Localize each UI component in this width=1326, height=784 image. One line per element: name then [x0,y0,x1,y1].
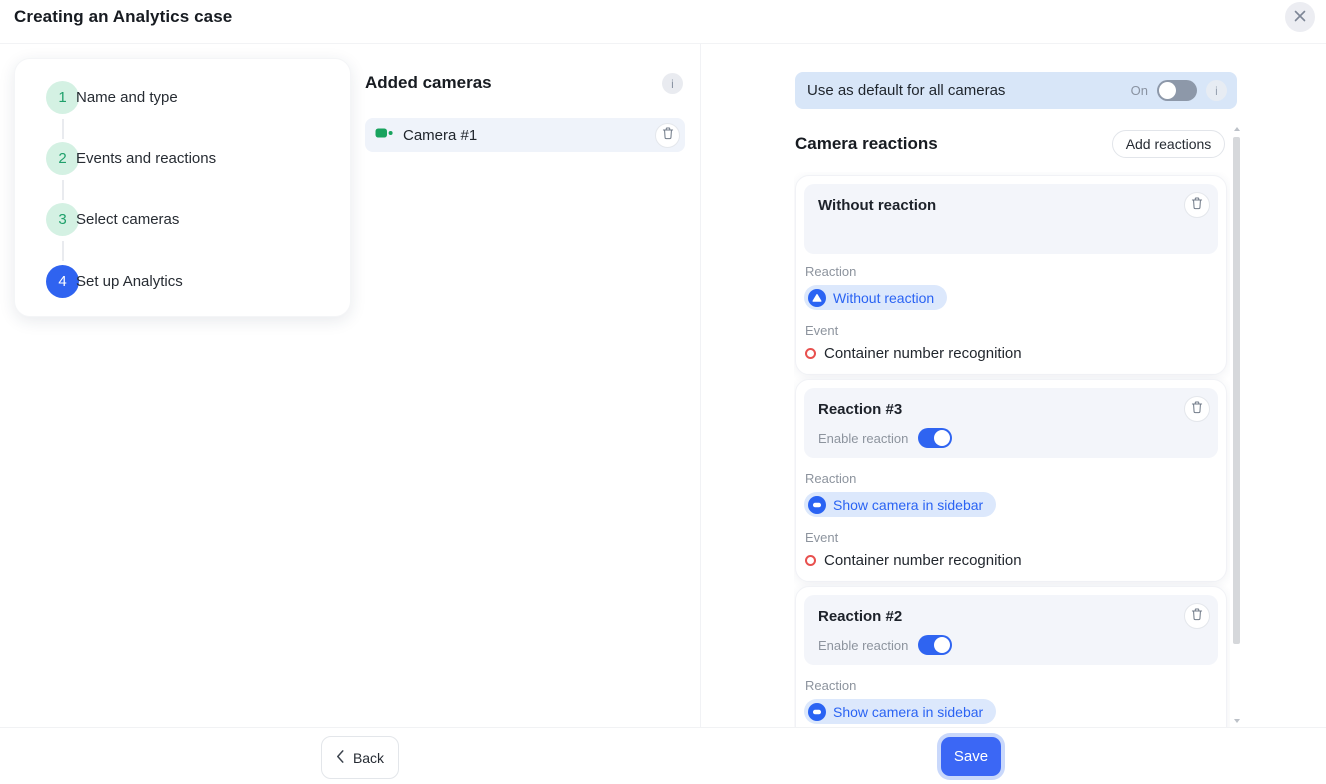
step-4-label[interactable]: Set up Analytics [76,273,183,290]
reaction-card-without-reaction: Without reaction Reaction Without reacti… [795,175,1227,375]
reaction-card-2: Reaction #2 Enable reaction Reaction Sho… [795,586,1227,727]
reaction-card-header: Reaction #2 Enable reaction [804,595,1218,665]
step-3-label[interactable]: Select cameras [76,211,179,228]
toggle-knob [1159,82,1176,99]
reaction-chip[interactable]: Without reaction [804,285,947,310]
chevron-left-icon [336,750,344,766]
step-2-label[interactable]: Events and reactions [76,150,216,167]
toggle-knob [934,430,950,446]
event-status-icon [805,555,816,566]
reaction-card-title: Without reaction [818,197,1204,214]
step-2-number: 2 [58,150,66,167]
page-title: Creating an Analytics case [14,7,232,27]
reaction-card-title: Reaction #2 [818,608,1204,625]
reactions-scroll-area: Without reaction Reaction Without reacti… [794,172,1230,727]
banner-label: Use as default for all cameras [807,82,1005,99]
save-button-focus-ring: Save [937,733,1005,780]
trash-icon [1191,197,1203,213]
reaction-chip-label: Show camera in sidebar [833,497,983,513]
add-reactions-button[interactable]: Add reactions [1112,130,1225,158]
reaction-label: Reaction [805,678,1218,693]
step-3-circle[interactable]: 3 [46,203,79,236]
delete-camera-button[interactable] [655,123,680,148]
close-button[interactable] [1285,2,1315,32]
event-name: Container number recognition [824,552,1022,569]
enable-reaction-label: Enable reaction [818,638,908,653]
dialog-footer: Back Save [0,727,1326,784]
delete-reaction-button[interactable] [1184,603,1210,629]
info-icon[interactable]: i [662,73,683,94]
steps-panel: 1 Name and type 2 Events and reactions 3… [14,58,351,317]
trash-icon [1191,401,1203,417]
camera-reactions-title: Camera reactions [795,134,938,154]
added-cameras-title: Added cameras [365,73,492,93]
event-status-icon [805,348,816,359]
panel-divider [700,44,701,727]
event-label: Event [805,530,1218,545]
event-row: Container number recognition [805,345,1218,362]
analytics-case-dialog: Creating an Analytics case 1 Name and ty… [0,0,1326,784]
scrollbar-up-arrow[interactable] [1234,127,1240,131]
event-row: Container number recognition [805,552,1218,569]
default-toggle[interactable] [1157,80,1197,101]
camera-list-item[interactable]: Camera #1 [365,118,685,152]
default-for-all-cameras-banner: Use as default for all cameras On i [795,72,1237,109]
step-4-circle[interactable]: 4 [46,265,79,298]
delete-reaction-button[interactable] [1184,396,1210,422]
enable-reaction-toggle[interactable] [918,635,952,655]
reaction-card-header: Reaction #3 Enable reaction [804,388,1218,458]
enable-reaction-label: Enable reaction [818,431,908,446]
delete-reaction-button[interactable] [1184,192,1210,218]
step-3-number: 3 [58,211,66,228]
step-connector [62,241,64,261]
reaction-chip[interactable]: Show camera in sidebar [804,699,996,724]
trash-icon [1191,608,1203,624]
step-connector [62,119,64,139]
step-connector [62,180,64,200]
camera-name: Camera #1 [403,127,477,144]
toggle-knob [934,637,950,653]
step-4-number: 4 [58,273,66,290]
reaction-label: Reaction [805,471,1218,486]
show-camera-icon [808,496,826,514]
without-reaction-icon [808,289,826,307]
show-camera-icon [808,703,826,721]
close-icon [1294,10,1306,25]
back-button-label: Back [353,750,384,766]
scrollbar-thumb[interactable] [1233,137,1240,644]
step-1-label[interactable]: Name and type [76,89,178,106]
step-1-number: 1 [58,89,66,106]
reaction-card-3: Reaction #3 Enable reaction Reaction Sho… [795,379,1227,582]
event-name: Container number recognition [824,345,1022,362]
toggle-state-label: On [1131,83,1148,98]
step-2-circle[interactable]: 2 [46,142,79,175]
dialog-header: Creating an Analytics case [0,0,1326,44]
enable-reaction-toggle[interactable] [918,428,952,448]
trash-icon [662,127,674,143]
back-button[interactable]: Back [321,736,399,779]
event-label: Event [805,323,1218,338]
reaction-card-title: Reaction #3 [818,401,1204,418]
reaction-chip-label: Without reaction [833,290,934,306]
reaction-card-header: Without reaction [804,184,1218,254]
camera-icon [375,126,394,144]
scrollbar-down-arrow[interactable] [1234,719,1240,723]
reaction-label: Reaction [805,264,1218,279]
reaction-chip[interactable]: Show camera in sidebar [804,492,996,517]
info-icon[interactable]: i [1206,80,1227,101]
reaction-chip-label: Show camera in sidebar [833,704,983,720]
save-button[interactable]: Save [941,737,1001,776]
step-1-circle[interactable]: 1 [46,81,79,114]
